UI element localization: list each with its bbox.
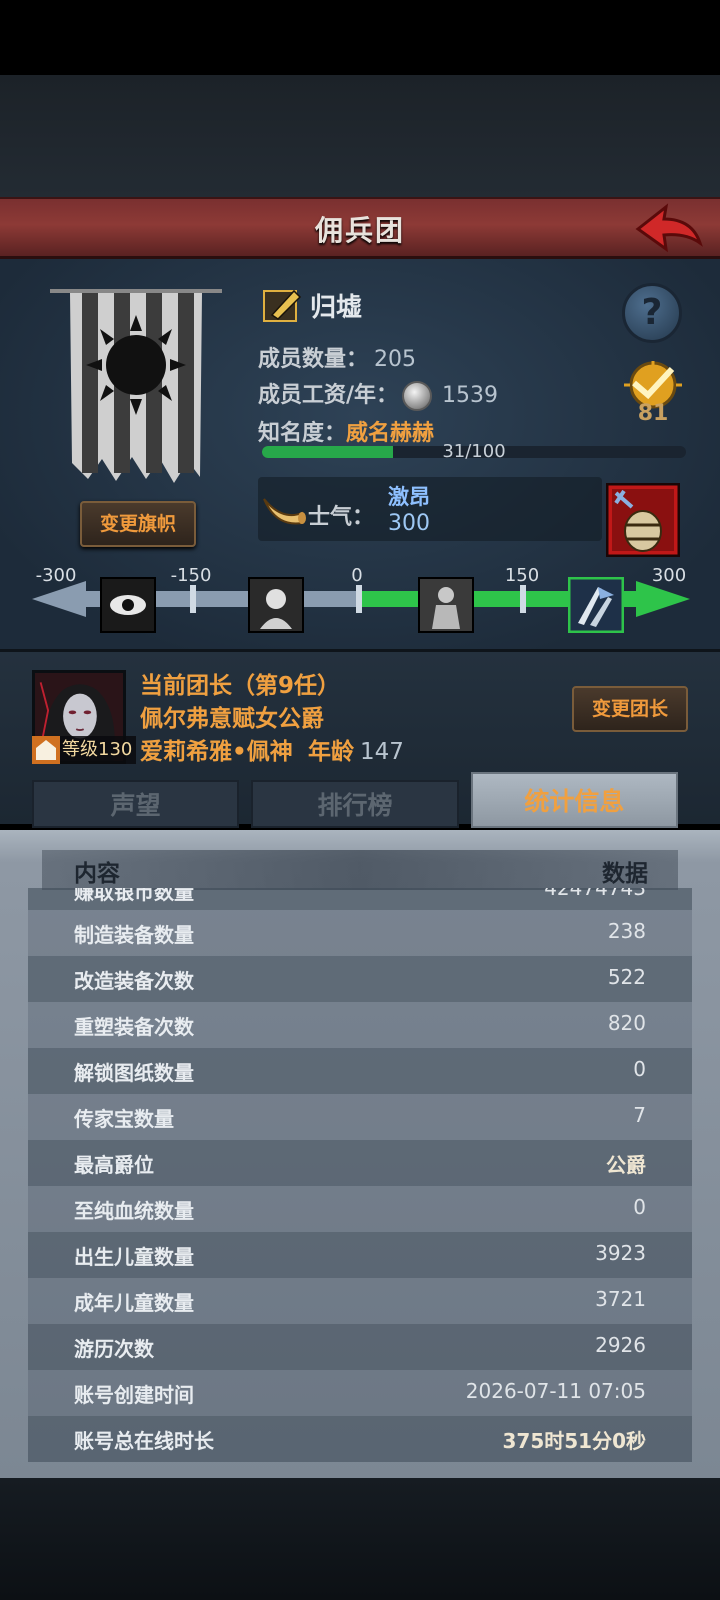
scale-label-neg150: -150	[170, 565, 212, 586]
age-label: 年龄	[308, 739, 354, 765]
level-label: 等级	[62, 739, 98, 760]
stats-header-data: 数据	[602, 861, 648, 887]
stats-row: 成年儿童数量 3721	[28, 1278, 692, 1324]
member-count-label: 成员数量：	[258, 347, 369, 372]
calm-icon[interactable]	[418, 577, 474, 633]
stats-row-label: 赚取银币数量	[74, 888, 194, 904]
stats-row-value: 3923	[595, 1241, 646, 1265]
salary-row: 成员工资/年： 1539	[258, 377, 498, 411]
stats-row-label: 账号创建时间	[74, 1383, 194, 1407]
edit-icon[interactable]	[262, 285, 302, 325]
guild-banner-icon	[50, 289, 222, 483]
stats-row-value: 7	[633, 1103, 646, 1127]
stats-row-label: 出生儿童数量	[74, 1245, 194, 1269]
morale-state: 激昂	[388, 485, 430, 509]
stats-row: 至纯血统数量 0	[28, 1186, 692, 1232]
stats-row: 游历次数 2926	[28, 1324, 692, 1370]
salary-label: 成员工资/年：	[258, 383, 399, 408]
stats-row-value: 42474743	[544, 888, 646, 900]
status-bar	[0, 0, 720, 75]
stats-row-label: 重塑装备次数	[74, 1015, 194, 1039]
stats-row: 赚取银币数量 42474743	[28, 888, 692, 910]
stats-row: 账号创建时间 2026-07-11 07:05	[28, 1370, 692, 1416]
rank-value: 81	[637, 401, 669, 426]
stats-row: 改造装备次数 522	[28, 956, 692, 1002]
scale-label-pos150: 150	[504, 565, 540, 586]
change-leader-button[interactable]: 变更团长	[572, 686, 688, 732]
back-arrow-icon[interactable]	[634, 203, 704, 255]
stats-row: 重塑装备次数 820	[28, 1002, 692, 1048]
stats-row-label: 改造装备次数	[74, 969, 194, 993]
stats-row-value: 820	[607, 1011, 646, 1035]
title-bar: 佣兵团	[0, 197, 720, 259]
leader-name: 爱莉希雅•佩神	[140, 739, 293, 765]
guild-name-row: 归墟	[262, 285, 362, 325]
stats-row-value: 522	[607, 965, 646, 989]
leader-rank-title: 佩尔弗意赋女公爵	[140, 706, 324, 732]
scale-tick	[356, 585, 362, 613]
stats-row-label: 游历次数	[74, 1337, 154, 1361]
guild-name: 归墟	[310, 292, 363, 323]
scale-tick	[190, 585, 196, 613]
salary-value: 1539	[442, 383, 499, 408]
stats-row-label: 最高爵位	[74, 1153, 154, 1177]
page-title: 佣兵团	[314, 214, 405, 247]
morale-value: 300	[388, 511, 430, 536]
stats-row-label: 成年儿童数量	[74, 1291, 194, 1315]
change-flag-button[interactable]: 变更旗帜	[80, 501, 196, 547]
level-value: 130	[98, 739, 133, 760]
stats-header-content: 内容	[74, 861, 120, 887]
stats-panel: 内容 数据 赚取银币数量 42474743 制造装备数量 238 改造装备次数 …	[0, 830, 720, 1478]
guild-info-panel: 变更旗帜 归墟 成员数量： 205 成员工资/年： 1539 知名度：威名赫赫 31…	[0, 259, 720, 649]
inspired-icon[interactable]	[568, 577, 624, 633]
stats-row-value: 2926	[595, 1333, 646, 1357]
stats-row: 传家宝数量 7	[28, 1094, 692, 1140]
stats-row-value: 公爵	[606, 1153, 646, 1177]
stats-row: 出生儿童数量 3923	[28, 1232, 692, 1278]
stats-row: 账号总在线时长 375时51分0秒	[28, 1416, 692, 1462]
stats-row-value: 3721	[595, 1287, 646, 1311]
stats-header: 内容 数据	[42, 850, 678, 890]
barrel-icon[interactable]	[606, 483, 680, 557]
bottom-background	[0, 1478, 720, 1600]
tab-statistics[interactable]: 统计信息	[470, 772, 678, 828]
stats-row-value: 375时51分0秒	[502, 1429, 647, 1453]
stats-list[interactable]: 赚取银币数量 42474743 制造装备数量 238 改造装备次数 522 重塑…	[28, 888, 692, 1462]
member-count-row: 成员数量： 205	[258, 341, 416, 373]
stats-row-label: 解锁图纸数量	[74, 1061, 194, 1085]
scale-label-zero: 0	[351, 565, 363, 586]
scale-tick	[520, 585, 526, 613]
stats-row-label: 至纯血统数量	[74, 1199, 194, 1223]
stats-row-value: 238	[607, 919, 646, 943]
leader-title: 当前团长（第9任）	[140, 673, 341, 699]
stats-row-value: 2026-07-11 07:05	[465, 1379, 646, 1403]
scale-label-pos300: 300	[651, 565, 687, 586]
top-background	[0, 75, 720, 197]
member-count-value: 205	[374, 347, 417, 372]
fear-icon[interactable]	[248, 577, 304, 633]
tab-bar: 声望 排行榜 统计信息	[32, 772, 690, 830]
silver-coin-icon	[402, 381, 433, 411]
stats-row-value: 0	[633, 1195, 646, 1219]
age-value: 147	[360, 739, 404, 765]
leader-age-row: 年龄 147	[308, 732, 404, 766]
tab-leaderboard[interactable]: 排行榜	[251, 780, 459, 828]
despair-eye-icon[interactable]	[100, 577, 156, 633]
stats-row-label: 传家宝数量	[74, 1107, 174, 1131]
level-house-icon	[32, 736, 60, 764]
stats-row: 制造装备数量 238	[28, 910, 692, 956]
stats-row: 最高爵位 公爵	[28, 1140, 692, 1186]
stats-row-value: 0	[633, 1057, 646, 1081]
leader-level-tag: 等级130	[32, 736, 137, 764]
horn-icon	[263, 498, 306, 525]
stats-row: 解锁图纸数量 0	[28, 1048, 692, 1094]
scale-label-neg300: -300	[35, 565, 77, 586]
help-button[interactable]: ?	[622, 283, 682, 343]
fame-progress-text: 31/100	[442, 441, 506, 462]
morale-label: 士气：	[308, 505, 375, 530]
tab-reputation[interactable]: 声望	[32, 780, 240, 828]
stats-row-label: 制造装备数量	[74, 923, 194, 947]
stats-row-label: 账号总在线时长	[74, 1429, 214, 1453]
